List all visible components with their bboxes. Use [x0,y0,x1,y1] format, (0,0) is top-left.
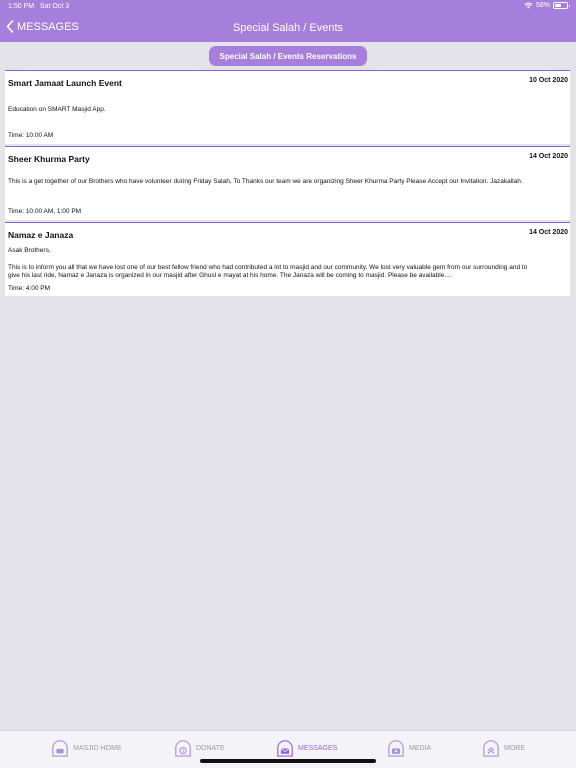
event-date: 10 Oct 2020 [529,77,568,84]
event-greeting: Asak Brothers, [8,247,51,254]
event-title: Smart Jamaat Launch Event [8,78,122,88]
svg-text:$: $ [182,749,185,755]
status-bar: 1:50 PM Sat Oct 3 58% [0,0,576,14]
event-title: Namaz e Janaza [8,230,74,240]
battery-icon [553,2,570,9]
event-body: This is to inform you all that we have l… [8,264,528,279]
more-icon [483,740,499,757]
nav-header: 1:50 PM Sat Oct 3 58% MESSAGES Special S… [0,0,576,42]
masjid-home-icon [52,740,68,757]
tab-more[interactable]: MORE [482,738,525,758]
event-body: Education on SMART Masjid App. [8,106,106,113]
tab-masjid-home[interactable]: MASJID HOME [51,738,122,758]
home-indicator [200,759,376,763]
event-date: 14 Oct 2020 [529,153,568,160]
event-card[interactable]: Sheer Khurma Party 14 Oct 2020 This is a… [5,146,570,220]
event-card[interactable]: Namaz e Janaza 14 Oct 2020 Asak Brothers… [5,222,570,296]
status-indicators: 58% [524,2,570,9]
event-time: Time: 10:00 AM, 1:00 PM [8,208,82,215]
wifi-icon [524,2,533,9]
event-body: This is a get together of our Brothers w… [8,178,523,185]
tab-label: DONATE [196,744,225,752]
tab-messages[interactable]: MESSAGES [276,738,337,758]
event-title: Sheer Khurma Party [8,154,90,164]
event-date: 14 Oct 2020 [529,229,568,236]
reservations-button[interactable]: Special Salah / Events Reservations [209,46,367,66]
media-icon [388,740,404,757]
status-time: 1:50 PM Sat Oct 3 [8,3,69,10]
tab-media[interactable]: MEDIA [387,738,431,758]
messages-icon [277,740,293,757]
tab-donate[interactable]: $ DONATE [174,738,225,758]
status-date: Sat Oct 3 [39,3,70,10]
donate-icon: $ [175,740,191,757]
event-time: Time: 10:00 AM [8,132,54,139]
tab-label: MORE [504,744,525,752]
nav-bar: MESSAGES Special Salah / Events [0,14,576,42]
event-card[interactable]: Smart Jamaat Launch Event 10 Oct 2020 Ed… [5,70,570,144]
status-clock: 1:50 PM [8,3,35,10]
page-title: Special Salah / Events [232,22,344,34]
battery-percent: 58% [535,2,550,9]
tab-label: MASJID HOME [73,744,122,752]
tab-label: MESSAGES [298,744,338,752]
tab-label: MEDIA [409,744,432,752]
event-time: Time: 4:00 PM [8,285,51,292]
